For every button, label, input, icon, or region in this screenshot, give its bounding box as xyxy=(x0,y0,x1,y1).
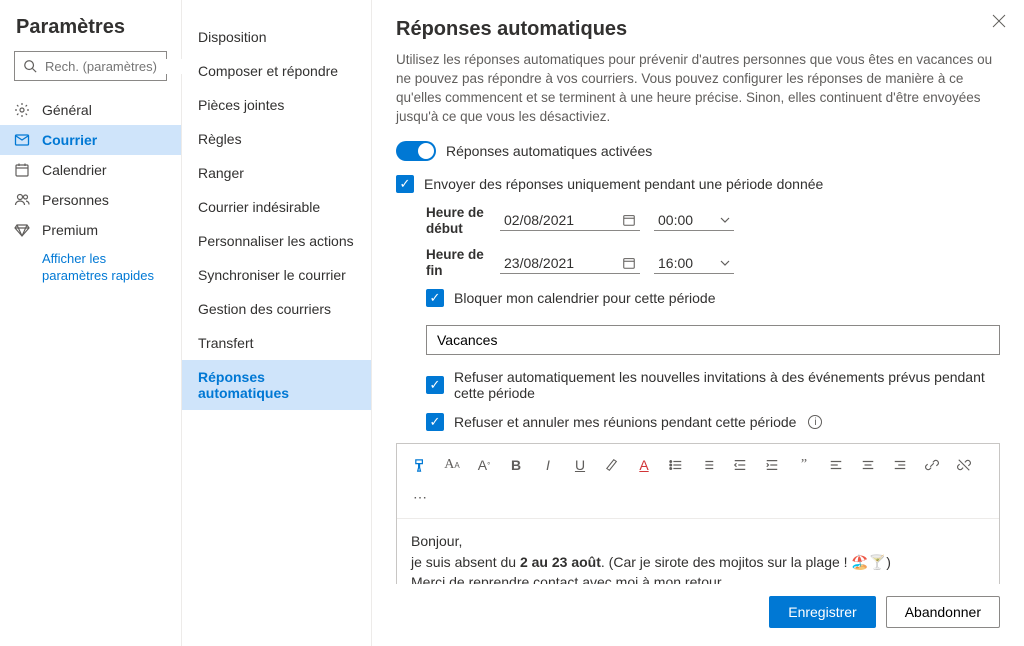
decline-new-label: Refuser automatiquement les nouvelles in… xyxy=(454,369,1000,401)
msg-line: Merci de reprendre contact avec moi à mo… xyxy=(411,572,985,584)
decline-cancel-label: Refuser et annuler mes réunions pendant … xyxy=(454,414,796,430)
mail-settings-list: Disposition Composer et répondre Pièces … xyxy=(182,0,372,646)
mid-item-attachments[interactable]: Pièces jointes xyxy=(182,88,371,122)
info-icon[interactable]: i xyxy=(808,415,822,429)
editor-toolbar: AA A° B I U A ” ⋯ xyxy=(397,444,999,519)
msg-line: je suis absent du 2 au 23 août. (Car je … xyxy=(411,552,985,572)
bold-button[interactable]: B xyxy=(503,452,529,478)
calendar-picker-icon xyxy=(622,213,636,227)
save-button[interactable]: Enregistrer xyxy=(769,596,875,628)
link-button[interactable] xyxy=(919,452,945,478)
decline-new-checkbox[interactable]: ✓ xyxy=(426,376,444,394)
more-button[interactable]: ⋯ xyxy=(407,484,433,510)
underline-button[interactable]: U xyxy=(567,452,593,478)
diamond-icon xyxy=(14,222,30,238)
gear-icon xyxy=(14,102,30,118)
cancel-button[interactable]: Abandonner xyxy=(886,596,1000,628)
calendar-block-title-input[interactable] xyxy=(426,325,1000,355)
sidebar-label: Courrier xyxy=(42,132,97,148)
block-calendar-label: Bloquer mon calendrier pour cette périod… xyxy=(454,290,716,306)
mid-item-automatic-replies[interactable]: Réponses automatiques xyxy=(182,360,371,410)
quote-button[interactable]: ” xyxy=(791,452,817,478)
chevron-down-icon xyxy=(720,215,730,225)
end-time-field[interactable]: 16:00 xyxy=(654,253,734,274)
align-left-button[interactable] xyxy=(823,452,849,478)
sidebar-label: Personnes xyxy=(42,192,109,208)
main-panel: Réponses automatiques Utilisez les répon… xyxy=(372,0,1024,646)
end-label: Heure de fin xyxy=(426,247,486,279)
block-calendar-checkbox[interactable]: ✓ xyxy=(426,289,444,307)
sidebar-label: Calendrier xyxy=(42,162,107,178)
period-checkbox[interactable]: ✓ xyxy=(396,175,414,193)
outdent-button[interactable] xyxy=(727,452,753,478)
sidebar-item-general[interactable]: Général xyxy=(0,95,181,125)
decline-cancel-checkbox[interactable]: ✓ xyxy=(426,413,444,431)
mid-item-rules[interactable]: Règles xyxy=(182,122,371,156)
start-date-field[interactable]: 02/08/2021 xyxy=(500,210,640,231)
settings-sidebar: Paramètres Général Courrier Calendrier P… xyxy=(0,0,182,646)
sidebar-item-premium[interactable]: Premium xyxy=(0,215,181,245)
calendar-picker-icon xyxy=(622,256,636,270)
settings-title: Paramètres xyxy=(0,16,181,51)
msg-line: Bonjour, xyxy=(411,531,985,551)
mid-item-message-handling[interactable]: Gestion des courriers xyxy=(182,292,371,326)
mid-item-layout[interactable]: Disposition xyxy=(182,20,371,54)
mid-item-customize[interactable]: Personnaliser les actions xyxy=(182,224,371,258)
search-icon xyxy=(23,58,37,74)
font-size-button[interactable]: A° xyxy=(471,452,497,478)
quick-settings-link[interactable]: Afficher les paramètres rapides xyxy=(0,245,181,285)
message-editor: AA A° B I U A ” ⋯ Bonjour, xyxy=(396,443,1000,584)
highlight-button[interactable] xyxy=(599,452,625,478)
settings-search[interactable] xyxy=(14,51,167,81)
mail-icon xyxy=(14,132,30,148)
mid-item-sweep[interactable]: Ranger xyxy=(182,156,371,190)
mid-item-junk[interactable]: Courrier indésirable xyxy=(182,190,371,224)
number-list-button[interactable] xyxy=(695,452,721,478)
panel-title: Réponses automatiques xyxy=(372,0,1024,51)
chevron-down-icon xyxy=(720,258,730,268)
font-color-button[interactable]: A xyxy=(631,452,657,478)
mid-item-forwarding[interactable]: Transfert xyxy=(182,326,371,360)
automatic-replies-toggle[interactable] xyxy=(396,141,436,161)
sidebar-item-calendar[interactable]: Calendrier xyxy=(0,155,181,185)
sidebar-label: Général xyxy=(42,102,92,118)
format-painter-icon[interactable] xyxy=(407,452,433,478)
align-center-button[interactable] xyxy=(855,452,881,478)
toggle-label: Réponses automatiques activées xyxy=(446,143,652,159)
end-time-value: 16:00 xyxy=(658,255,693,271)
start-time-value: 00:00 xyxy=(658,212,693,228)
period-label: Envoyer des réponses uniquement pendant … xyxy=(424,176,823,192)
start-time-field[interactable]: 00:00 xyxy=(654,210,734,231)
end-date-field[interactable]: 23/08/2021 xyxy=(500,253,640,274)
panel-description: Utilisez les réponses automatiques pour … xyxy=(396,51,1000,127)
start-label: Heure de début xyxy=(426,205,486,237)
sidebar-item-people[interactable]: Personnes xyxy=(0,185,181,215)
bullet-list-button[interactable] xyxy=(663,452,689,478)
font-family-button[interactable]: AA xyxy=(439,452,465,478)
unlink-button[interactable] xyxy=(951,452,977,478)
italic-button[interactable]: I xyxy=(535,452,561,478)
calendar-icon xyxy=(14,162,30,178)
end-date-value: 23/08/2021 xyxy=(504,255,574,271)
align-right-button[interactable] xyxy=(887,452,913,478)
sidebar-label: Premium xyxy=(42,222,98,238)
people-icon xyxy=(14,192,30,208)
mid-item-compose[interactable]: Composer et répondre xyxy=(182,54,371,88)
editor-textarea[interactable]: Bonjour, je suis absent du 2 au 23 août.… xyxy=(397,519,999,584)
close-button[interactable] xyxy=(992,14,1006,28)
mid-item-sync[interactable]: Synchroniser le courrier xyxy=(182,258,371,292)
sidebar-item-mail[interactable]: Courrier xyxy=(0,125,181,155)
panel-footer: Enregistrer Abandonner xyxy=(372,584,1024,646)
indent-button[interactable] xyxy=(759,452,785,478)
start-date-value: 02/08/2021 xyxy=(504,212,574,228)
